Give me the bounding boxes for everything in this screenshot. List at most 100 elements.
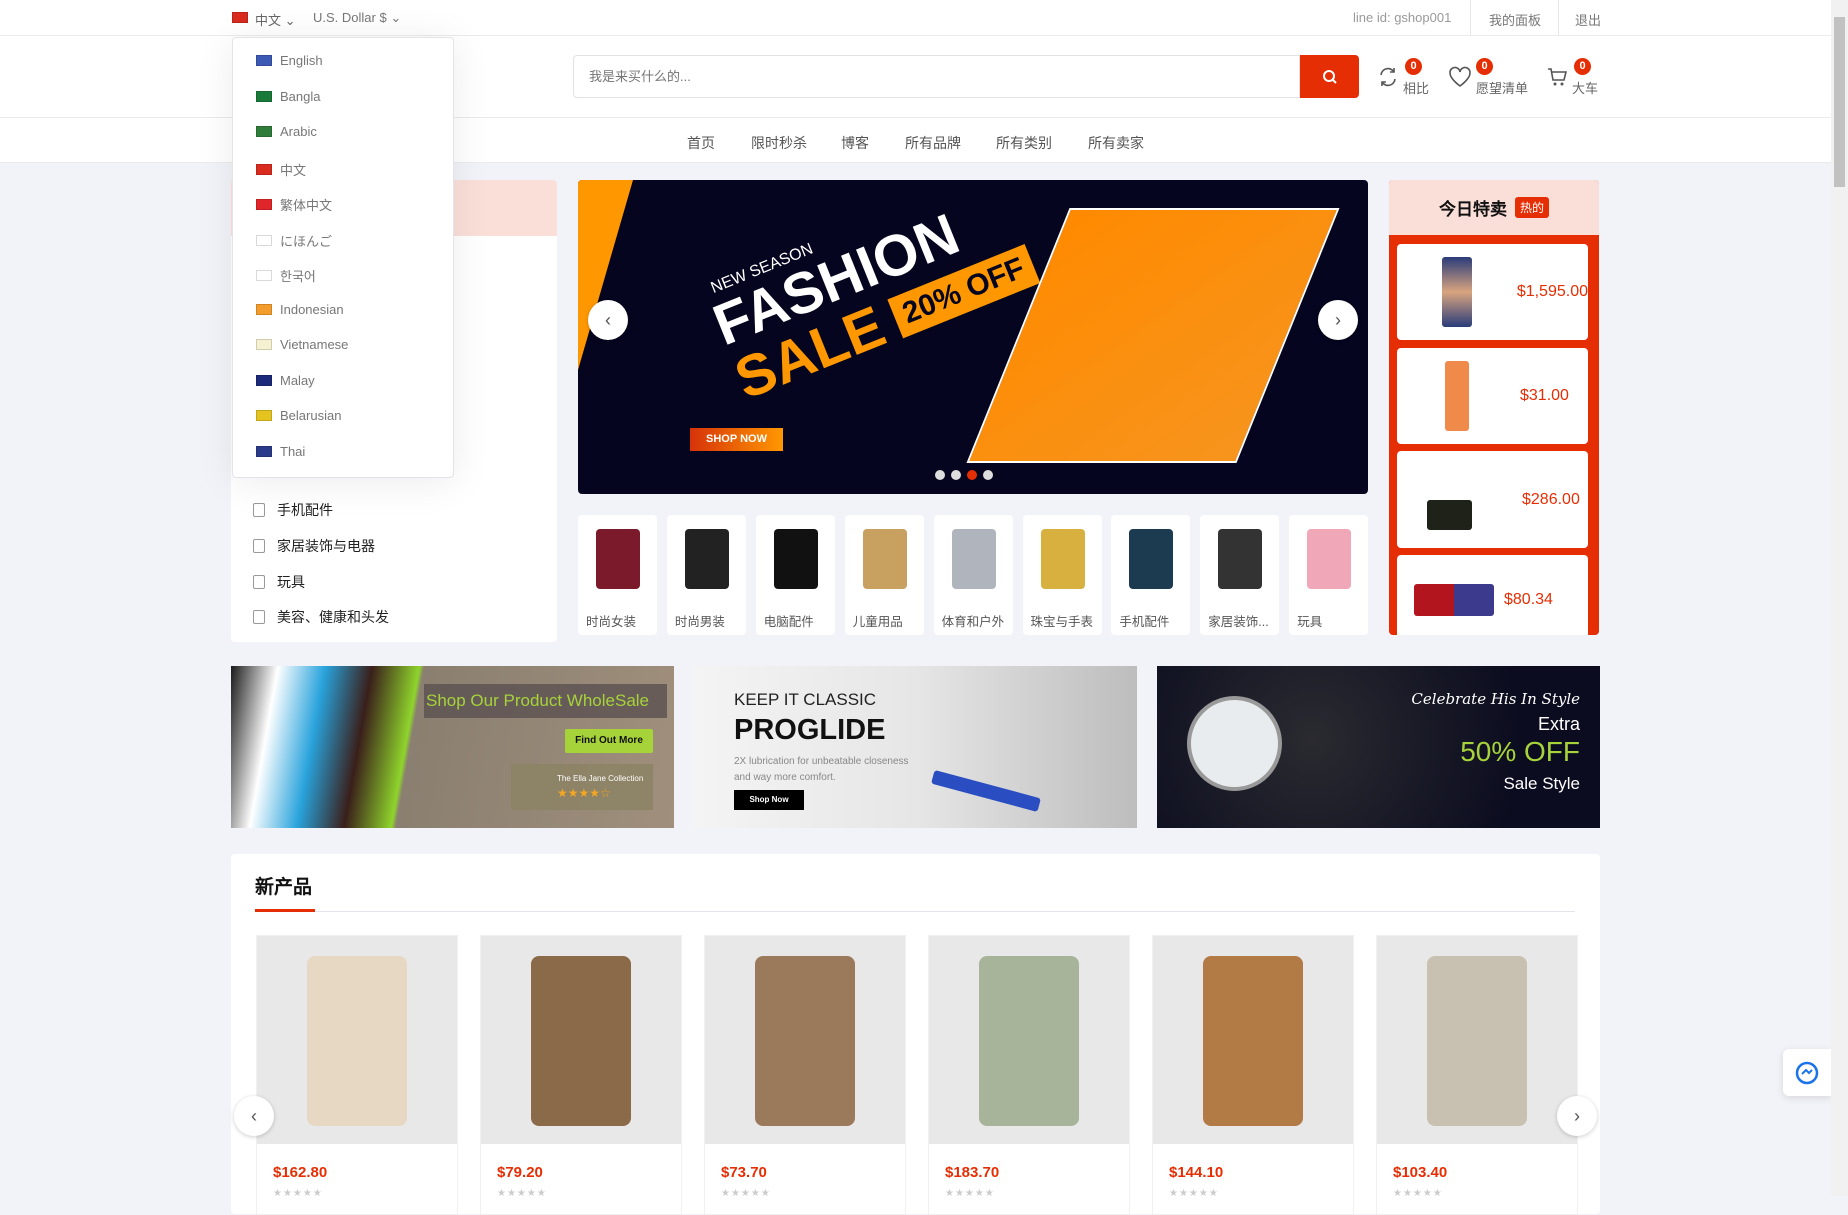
product-image [929,936,1129,1144]
slider-dot[interactable] [983,470,993,480]
language-option[interactable]: Arabic [256,124,317,139]
hot-badge: 热的 [1514,197,1549,218]
language-option-label: 繁体中文 [280,198,333,213]
language-option-label: 한국어 [280,269,316,284]
find-out-more-button[interactable]: Find Out More [565,729,653,753]
nav-blog[interactable]: 博客 [841,133,869,153]
product-price: $73.70 [721,1164,767,1181]
product-price: $144.10 [1169,1164,1224,1181]
scrollbar[interactable] [1831,0,1848,1196]
hero-slider[interactable]: NEW SEASON FASHION SALE 20% OFF SHOP NOW… [578,180,1368,494]
category-label: 家居装饰与电器 [277,538,375,554]
banner-desc: and way more comfort. [734,772,836,783]
category-image [862,529,907,589]
banner-watch[interactable]: Celebrate His In Style Extra 50% OFF Sal… [1157,666,1600,828]
currency-selector[interactable]: U.S. Dollar $ ⌄ [313,10,401,26]
flash-deal-item[interactable]: $31.00 [1397,348,1588,444]
products-next-button[interactable]: › [1557,1096,1597,1136]
product-card[interactable]: $79.20 ★★★★★ [480,935,682,1215]
cart-button[interactable]: 大车 0 [1546,58,1598,97]
language-option-label: Thai [280,443,306,459]
language-option[interactable]: 한국어 [256,266,316,285]
category-item[interactable]: 手机配件 [253,500,333,520]
slider-dot[interactable] [967,470,977,480]
razor-image [931,770,1041,812]
compare-button[interactable]: 相比 0 [1377,58,1429,97]
product-card[interactable]: $162.80 ★★★★★ [256,935,458,1215]
heart-icon [1449,66,1471,87]
category-item[interactable]: 玩具 [253,572,305,592]
shop-now-button[interactable]: Shop Now [734,790,804,810]
language-option[interactable]: Bangla [256,89,320,104]
product-price: $183.70 [945,1164,1000,1181]
logout-link[interactable]: 退出 [1575,10,1601,29]
category-tile[interactable]: 家居装饰... [1200,515,1280,635]
category-tile[interactable]: 时尚女装 [578,515,657,635]
language-dropdown: English Bangla Arabic 中文繁体中文にほんご 한국어 Indonesi… [232,37,454,478]
language-option[interactable]: Malay [256,373,315,388]
language-option[interactable]: English [256,53,323,68]
slider-dot[interactable] [951,470,961,480]
nav-home[interactable]: 首页 [687,133,715,153]
search-button[interactable] [1300,55,1359,98]
support-icon [1795,1061,1819,1084]
products-prev-button[interactable]: ‹ [234,1096,274,1136]
compare-icon [1380,67,1396,87]
category-tile[interactable]: 手机配件 [1111,515,1191,635]
product-card[interactable]: $144.10 ★★★★★ [1152,935,1354,1215]
rating-stars-icon: ★★★★★ [1169,1188,1219,1199]
slider-text: NEW SEASON FASHION SALE 20% OFF [673,180,1043,412]
rating-stars-icon: ★★★★★ [945,1188,995,1199]
category-item[interactable]: 家居装饰与电器 [253,536,375,556]
wishlist-button[interactable]: 愿望清单 0 [1448,58,1528,97]
flag-icon [256,126,272,137]
flash-deal-item[interactable]: $1,595.00 [1397,244,1588,340]
language-option[interactable]: 中文 [256,160,306,179]
language-option[interactable]: にほんご [256,231,332,250]
banner-title: Shop Our Product WholeSale [424,684,667,718]
nav-categories[interactable]: 所有类别 [996,133,1052,153]
product-card[interactable]: $103.40 ★★★★★ [1376,935,1578,1215]
flash-deal-item[interactable]: $286.00 [1397,451,1588,548]
slider-prev-button[interactable]: ‹ [588,300,628,340]
category-tile[interactable]: 玩具 [1289,515,1369,635]
category-tile[interactable]: 珠宝与手表 [1022,515,1102,635]
language-option[interactable]: Thai [256,444,305,459]
nav-flash-sale[interactable]: 限时秒杀 [751,133,807,153]
nav-sellers[interactable]: 所有卖家 [1088,133,1144,153]
category-image [1218,529,1263,589]
flash-deal-item[interactable]: $80.34 [1397,555,1588,635]
scrollbar-thumb[interactable] [1834,17,1845,187]
flash-deal-price: $286.00 [1522,490,1580,508]
language-option[interactable]: Belarusian [256,408,341,423]
cart-count-badge: 0 [1574,58,1591,75]
category-item[interactable]: 美容、健康和头发 [253,607,389,627]
flash-deals-header: 今日特卖 热的 [1389,180,1599,235]
category-tile[interactable]: 时尚男装 [666,515,746,635]
language-option[interactable]: 繁体中文 [256,195,332,214]
slider-next-button[interactable]: › [1318,300,1358,340]
floating-support-button[interactable] [1783,1049,1831,1096]
slider-dot[interactable] [935,470,945,480]
nav-brands[interactable]: 所有品牌 [905,133,961,153]
dashboard-link[interactable]: 我的面板 [1489,10,1541,29]
phone-icon [253,503,265,517]
flash-deals: 今日特卖 热的 $1,595.00 $31.00 $286.00 $80.34 [1389,180,1599,635]
category-tile-label: 儿童用品 [852,615,903,629]
language-option[interactable]: Vietnamese [256,337,348,352]
product-card[interactable]: $73.70 ★★★★★ [704,935,906,1215]
search-input[interactable] [573,55,1300,98]
language-selector[interactable]: 中文 ⌄ [255,10,296,29]
flash-deal-price: $31.00 [1520,387,1569,404]
banner-desc: 2X lubrication for unbeatable closeness [734,756,909,767]
banner-wholesale[interactable]: Shop Our Product WholeSale Find Out More… [231,666,674,828]
category-tile[interactable]: 电脑配件 [755,515,835,635]
category-tile-label: 珠宝与手表 [1030,615,1094,629]
banner-proglide[interactable]: KEEP IT CLASSIC PROGLIDE 2X lubrication … [694,666,1137,828]
product-card[interactable]: $183.70 ★★★★★ [928,935,1130,1215]
language-option[interactable]: Indonesian [256,302,344,317]
shop-now-button[interactable]: SHOP NOW [690,428,783,451]
category-tile[interactable]: 儿童用品 [844,515,924,635]
category-tile[interactable]: 体育和户外 [933,515,1013,635]
section-divider [255,911,1575,912]
